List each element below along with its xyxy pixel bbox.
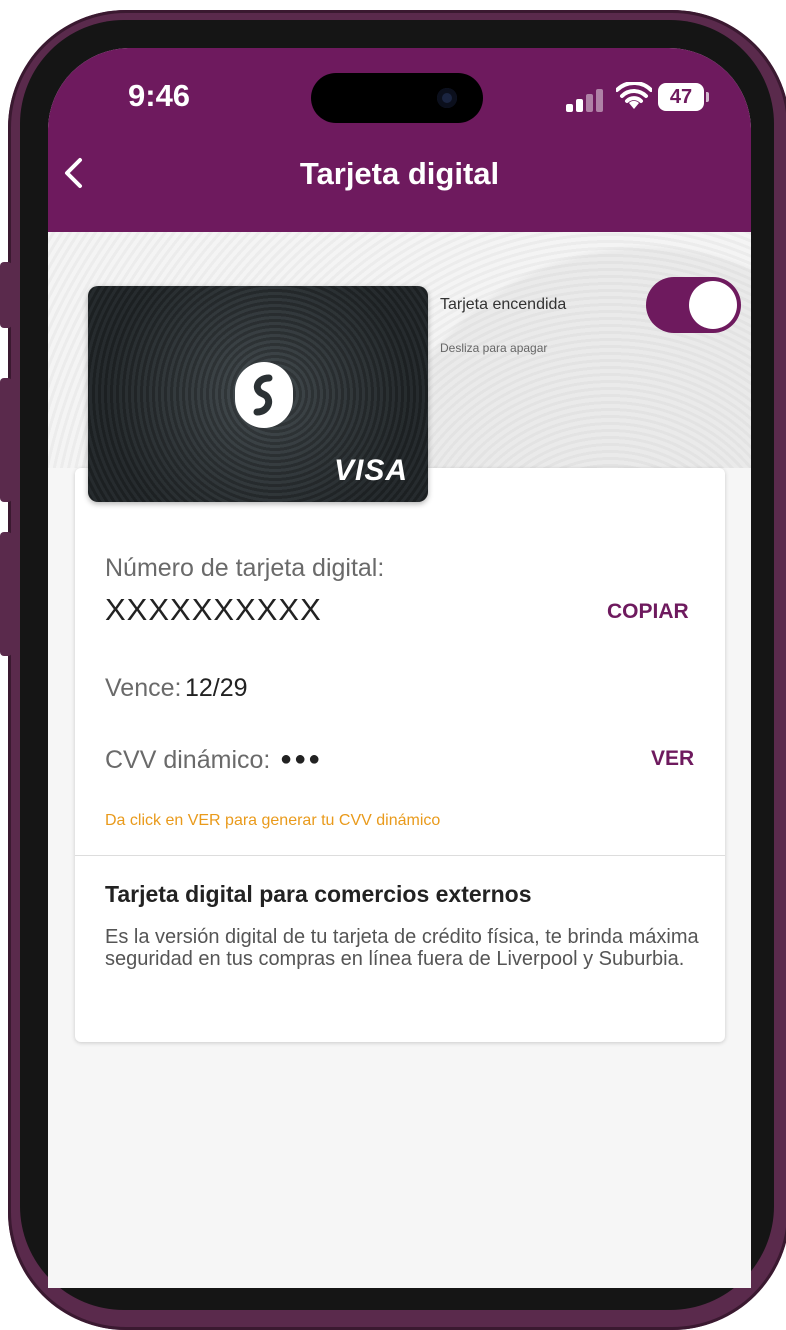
wifi-icon (616, 82, 652, 109)
cvv-label: CVV dinámico: (105, 746, 271, 774)
expiry-label: Vence: (105, 674, 182, 702)
divider (75, 855, 725, 856)
info-body: Es la versión digital de tu tarjeta de c… (105, 926, 699, 970)
toggle-knob (689, 281, 737, 329)
brand-logo-icon (235, 362, 293, 428)
battery-icon: 47 (658, 83, 709, 111)
toggle-sublabel: Desliza para apagar (440, 341, 548, 355)
card-number-value: XXXXXXXXXX (105, 592, 322, 627)
side-button (0, 262, 12, 328)
volume-down-button (0, 532, 12, 656)
card-on-toggle[interactable] (646, 277, 741, 333)
page-title: Tarjeta digital (299, 156, 500, 191)
visa-logo: VISA (333, 454, 408, 487)
card-number-label: Número de tarjeta digital: (105, 554, 385, 582)
view-cvv-button[interactable]: VER (651, 747, 694, 771)
volume-up-button (0, 378, 12, 502)
cvv-hint: Da click en VER para generar tu CVV diná… (105, 812, 441, 829)
card-image: VISA (88, 286, 428, 502)
cvv-value: ●●● (280, 748, 323, 770)
expiry-value: 12/29 (185, 674, 248, 702)
phone-screen: 9:46 47 Tarjeta digital Número de tarjet… (48, 48, 751, 1288)
toggle-label: Tarjeta encendida (440, 296, 567, 313)
signal-icon (566, 88, 606, 112)
card-details-panel: Número de tarjeta digital: XXXXXXXXXX CO… (75, 468, 725, 1042)
info-title: Tarjeta digital para comercios externos (105, 881, 532, 907)
dynamic-island (311, 73, 483, 123)
app-header: 9:46 47 Tarjeta digital (48, 48, 751, 232)
status-time: 9:46 (128, 78, 191, 113)
camera-icon (437, 88, 457, 108)
copy-button[interactable]: COPIAR (607, 600, 689, 624)
